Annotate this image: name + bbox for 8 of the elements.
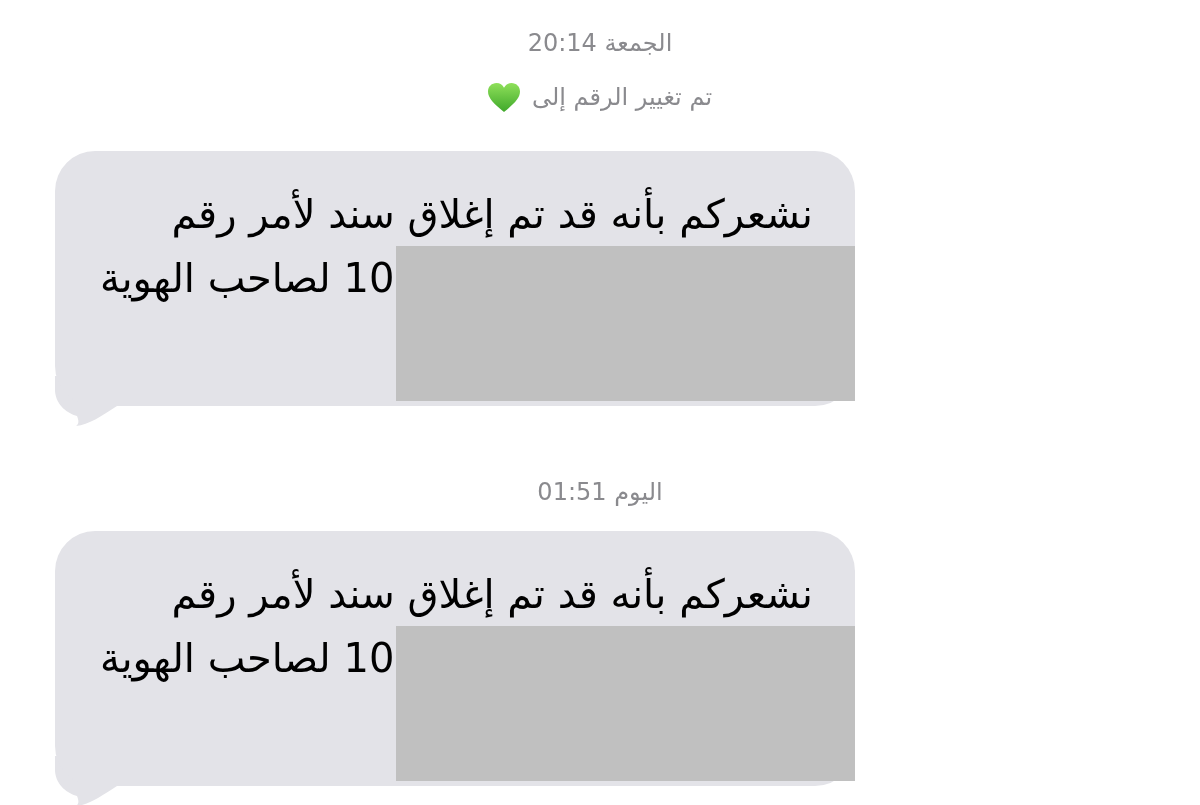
timestamp: اليوم 01:51 [537, 477, 663, 508]
message-text: نشعركم بأنه قد تم إغلاق سند لأمر رقم [171, 562, 813, 626]
message-text: 10 لصاحب الهوية [100, 254, 395, 304]
heart-icon [487, 82, 520, 112]
timestamp: الجمعة 20:14 [527, 28, 673, 59]
notice-text: تم تغيير الرقم إلى [531, 82, 713, 113]
message-text: نشعركم بأنه قد تم إغلاق سند لأمر رقم [171, 182, 813, 246]
message-text: 10 لصاحب الهوية [100, 634, 395, 684]
